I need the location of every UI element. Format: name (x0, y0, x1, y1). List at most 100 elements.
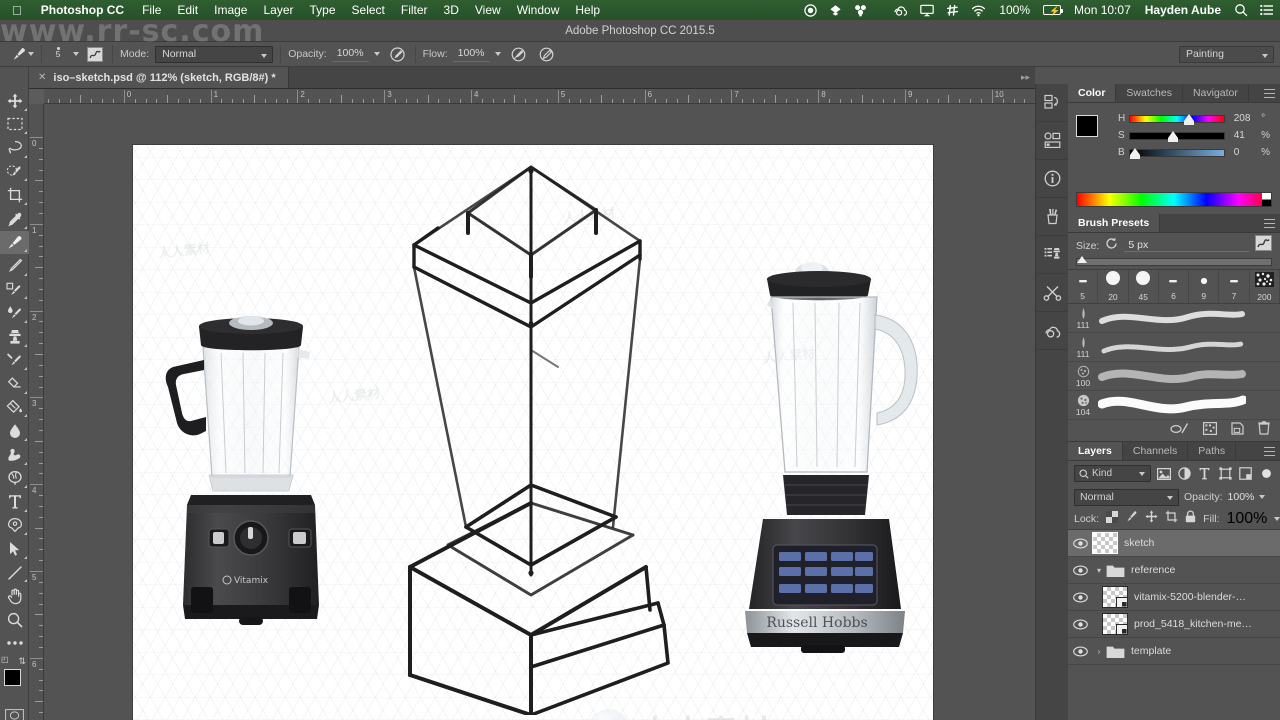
tab-channels[interactable]: Channels (1123, 442, 1189, 460)
brush-picker-caret[interactable] (73, 52, 79, 56)
eraser-tool[interactable] (0, 372, 29, 396)
brush-size-slider[interactable] (1076, 256, 1272, 266)
tab-brush-presets[interactable]: Brush Presets (1068, 214, 1161, 232)
reset-size-icon[interactable] (1105, 237, 1118, 255)
document-tab[interactable]: ✕ iso–sketch.psd @ 112% (sketch, RGB/8#)… (29, 67, 289, 88)
flow-caret[interactable] (494, 52, 501, 56)
blur-tool[interactable] (0, 419, 29, 443)
hue-value[interactable]: 208 (1234, 113, 1261, 124)
menu-3d[interactable]: 3D (436, 0, 467, 20)
color-panel-foreground-swatch[interactable] (1076, 115, 1098, 137)
mixer-brush-tool[interactable] (0, 301, 29, 325)
clone-source-panel-icon[interactable] (1036, 236, 1069, 274)
menu-type[interactable]: Type (302, 0, 344, 20)
layer-filter-kind-select[interactable]: Kind (1074, 465, 1152, 482)
rectangular-marquee-tool[interactable] (0, 113, 29, 137)
layer-row-sketch[interactable]: sketch (1068, 530, 1280, 557)
delete-brush-icon[interactable] (1258, 421, 1270, 440)
eyedropper-tool[interactable] (0, 207, 29, 231)
tab-color[interactable]: Color (1068, 84, 1117, 102)
blend-mode-select[interactable]: Normal (155, 45, 274, 63)
brush-preset-picker-icon[interactable] (85, 44, 105, 64)
menu-filter[interactable]: Filter (393, 0, 436, 20)
vertical-ruler[interactable]: 01234567 (29, 104, 44, 720)
new-preset-from-brush-icon[interactable] (1203, 421, 1218, 440)
layer-blend-mode-select[interactable]: Normal (1074, 488, 1179, 506)
menubar-clock[interactable]: Mon 10:07 (1067, 3, 1138, 17)
quick-mask-icon[interactable] (0, 704, 29, 720)
brush-preset-tile[interactable]: 45 (1129, 270, 1159, 303)
tab-swatches[interactable]: Swatches (1116, 84, 1183, 102)
brush-preset-row[interactable]: 100 (1068, 362, 1280, 391)
menu-layer[interactable]: Layer (255, 0, 301, 20)
close-icon[interactable]: ✕ (38, 72, 46, 83)
tab-navigator[interactable]: Navigator (1183, 84, 1249, 102)
vitamix-blender-photo[interactable]: Vitamix (151, 305, 351, 635)
history-brush-tool[interactable] (0, 349, 29, 373)
pressure-opacity-icon[interactable] (388, 44, 408, 64)
apple-icon[interactable]:  (0, 4, 33, 17)
airbrush-icon[interactable] (509, 44, 529, 64)
eye-icon[interactable] (1068, 592, 1092, 603)
edit-toolbar-tool[interactable] (0, 632, 29, 656)
smudge-tool[interactable] (0, 443, 29, 467)
layer-thumbnail[interactable] (1102, 586, 1128, 608)
cleanmymac-icon[interactable] (848, 4, 873, 17)
tab-paths[interactable]: Paths (1188, 442, 1237, 460)
eye-icon[interactable] (1068, 538, 1092, 549)
adjustment-layer-filter-icon[interactable] (1177, 465, 1192, 482)
hue-slider[interactable] (1128, 113, 1225, 125)
dodge-tool[interactable] (0, 467, 29, 491)
menu-view[interactable]: View (467, 0, 509, 20)
path-selection-tool[interactable] (0, 537, 29, 561)
layer-fill-value[interactable]: 100% (1226, 510, 1267, 528)
group-disclosure-icon[interactable]: › (1092, 647, 1106, 656)
actions-panel-icon[interactable] (1036, 274, 1069, 312)
filter-toggle-icon[interactable] (1259, 465, 1274, 482)
history-panel-icon[interactable] (1036, 84, 1069, 122)
foreground-color-swatch[interactable] (4, 669, 21, 687)
menu-select[interactable]: Select (344, 0, 393, 20)
brush-preset-row[interactable]: 111 (1068, 333, 1280, 362)
pen-tool[interactable] (0, 514, 29, 538)
lock-artboard-nesting-icon[interactable] (1165, 510, 1178, 528)
search-icon[interactable] (1228, 3, 1254, 17)
type-tool[interactable] (0, 490, 29, 514)
clone-stamp-tool[interactable] (0, 325, 29, 349)
brush-tool-preset-caret[interactable] (28, 52, 34, 56)
menu-image[interactable]: Image (206, 0, 255, 20)
menu-window[interactable]: Window (509, 0, 568, 20)
adjustments-panel-icon[interactable] (1036, 122, 1069, 160)
brush-preset-tile[interactable]: 6 (1159, 270, 1190, 303)
color-swatches[interactable]: ⇅ ◰ (0, 655, 29, 704)
default-colors-icon[interactable]: ◰ (1, 655, 9, 664)
lock-all-icon[interactable] (1185, 510, 1196, 528)
brush-preset-tile[interactable]: 9 (1189, 270, 1220, 303)
line-tool[interactable] (0, 561, 29, 585)
smart-object-filter-icon[interactable] (1238, 465, 1253, 482)
notification-center-icon[interactable] (1254, 4, 1280, 16)
layer-row-reference-group[interactable]: ▾ reference (1068, 557, 1280, 584)
pencil-tool[interactable] (0, 254, 29, 278)
brush-preset-tile[interactable]: 20 (1098, 270, 1129, 303)
brightness-slider[interactable] (1128, 147, 1225, 159)
saturation-slider[interactable] (1128, 130, 1225, 142)
paint-bucket-tool[interactable] (0, 396, 29, 420)
isometric-blender-wireframe-sketch[interactable] (368, 155, 698, 715)
color-spectrum-ramp[interactable] (1076, 192, 1272, 207)
lock-position-icon[interactable] (1145, 510, 1158, 528)
eye-icon[interactable] (1068, 646, 1092, 657)
brush-tool-icon[interactable] (8, 44, 28, 64)
crop-tool[interactable] (0, 183, 29, 207)
slack-icon[interactable] (940, 4, 965, 17)
panel-menu-icon[interactable] (1264, 89, 1275, 98)
brush-preset-row[interactable]: 111 (1068, 304, 1280, 333)
ruler-corner[interactable] (29, 89, 44, 104)
menu-help[interactable]: Help (567, 0, 608, 20)
layer-opacity-caret[interactable] (1259, 495, 1266, 499)
toggle-brush-panel-icon[interactable] (1170, 422, 1189, 440)
document-canvas[interactable]: 人人素材 人人素材 人人素材 人人素材 人人素材 人人素材 (133, 145, 933, 720)
brush-preset-tile[interactable]: 200 (1250, 270, 1280, 303)
eye-icon[interactable] (1068, 619, 1092, 630)
layer-thumbnail[interactable] (1092, 532, 1118, 554)
